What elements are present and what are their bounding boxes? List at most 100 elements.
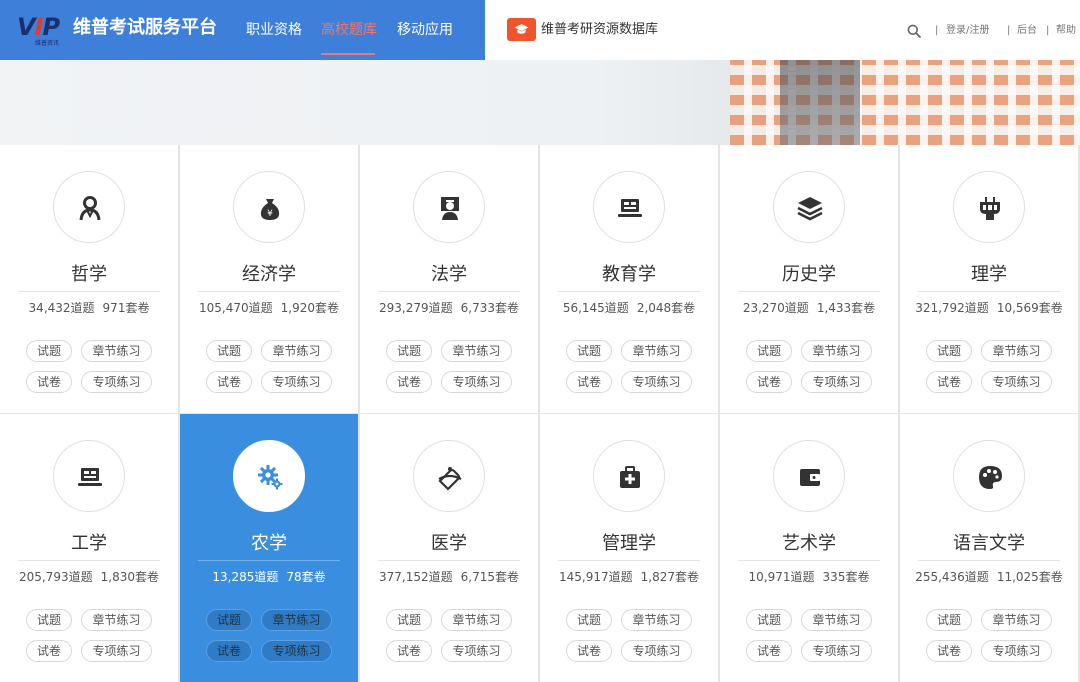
papers-button[interactable]: 试卷 xyxy=(746,640,792,662)
category-stats: 377,152道题 6,715套卷 xyxy=(370,568,528,586)
paper-count: 6,715套卷 xyxy=(460,570,519,584)
category-card[interactable]: 管理学 145,917道题 1,827套卷 试题 章节练习 试卷 专项练习 xyxy=(540,414,718,682)
special-practice-button[interactable]: 专项练习 xyxy=(261,640,332,662)
category-title[interactable]: 哲学 xyxy=(0,263,178,287)
chapter-practice-button[interactable]: 章节练习 xyxy=(81,340,152,362)
papers-button[interactable]: 试卷 xyxy=(26,640,72,662)
papers-button[interactable]: 试卷 xyxy=(566,640,612,662)
chapter-practice-button[interactable]: 章节练习 xyxy=(981,609,1052,631)
questions-button[interactable]: 试题 xyxy=(746,609,792,631)
category-title[interactable]: 语言文学 xyxy=(900,532,1078,556)
chapter-practice-button[interactable]: 章节练习 xyxy=(801,340,872,362)
category-card[interactable]: 医学 377,152道题 6,715套卷试题 章节练习 试卷 专项练习 xyxy=(360,414,538,682)
special-practice-button[interactable]: 专项练习 xyxy=(621,640,692,662)
papers-button[interactable]: 试卷 xyxy=(386,371,432,393)
graduation-cap-icon[interactable] xyxy=(507,18,536,41)
category-stats: 293,279道题 6,733套卷 xyxy=(370,299,528,317)
login-register-link[interactable]: 登录/注册 xyxy=(946,24,989,38)
paper-count: 335套卷 xyxy=(822,570,870,584)
questions-button[interactable]: 试题 xyxy=(926,609,972,631)
category-card[interactable]: 历史学 23,270道题 1,433套卷 试题 章节练习 试卷 专项练习 xyxy=(720,145,898,413)
chapter-practice-button[interactable]: 章节练习 xyxy=(801,609,872,631)
category-title[interactable]: 管理学 xyxy=(540,532,718,556)
papers-button[interactable]: 试卷 xyxy=(566,371,612,393)
nav-item-mobile[interactable]: 移动应用 xyxy=(397,20,453,40)
category-card[interactable]: 工学 205,793道题 1,830套卷试题 章节练习 试卷 专项练习 xyxy=(0,414,178,682)
category-title[interactable]: 艺术学 xyxy=(720,532,898,556)
papers-button[interactable]: 试卷 xyxy=(206,371,252,393)
question-count: 23,270道题 xyxy=(742,301,809,315)
special-practice-button[interactable]: 专项练习 xyxy=(261,371,332,393)
chapter-practice-button[interactable]: 章节练习 xyxy=(441,609,512,631)
chapter-practice-button[interactable]: 章节练习 xyxy=(981,340,1052,362)
brand-title[interactable]: 维普考试服务平台 xyxy=(73,16,217,40)
category-title[interactable]: 理学 xyxy=(900,263,1078,287)
category-title[interactable]: 农学 xyxy=(180,532,358,556)
special-practice-button[interactable]: 专项练习 xyxy=(81,640,152,662)
special-practice-button[interactable]: 专项练习 xyxy=(981,371,1052,393)
papers-button[interactable]: 试卷 xyxy=(26,371,72,393)
questions-button[interactable]: 试题 xyxy=(746,340,792,362)
chapter-practice-button[interactable]: 章节练习 xyxy=(81,609,152,631)
divider xyxy=(378,560,520,561)
category-card[interactable]: 农学 13,285道题 78套卷试题 章节练习 试卷 专项练习 xyxy=(180,414,358,682)
category-stats: 205,793道题 1,830套卷 xyxy=(10,568,168,586)
category-title[interactable]: 医学 xyxy=(360,532,538,556)
category-card[interactable]: 哲学 34,432道题 971套卷 试题 章节练习 试卷 专项练习 xyxy=(0,145,178,413)
questions-button[interactable]: 试题 xyxy=(206,609,252,631)
question-count: 377,152道题 xyxy=(379,570,453,584)
chapter-practice-button[interactable]: 章节练习 xyxy=(621,340,692,362)
banner-building-shadow xyxy=(780,60,860,145)
help-link[interactable]: 帮助 xyxy=(1056,24,1076,38)
papers-button[interactable]: 试卷 xyxy=(206,640,252,662)
special-practice-button[interactable]: 专项练习 xyxy=(801,640,872,662)
search-icon[interactable] xyxy=(907,23,921,38)
questions-button[interactable]: 试题 xyxy=(566,340,612,362)
flask-icon xyxy=(953,171,1025,243)
chapter-practice-button[interactable]: 章节练习 xyxy=(261,609,332,631)
questions-button[interactable]: 试题 xyxy=(26,609,72,631)
layers-icon xyxy=(773,171,845,243)
papers-button[interactable]: 试卷 xyxy=(386,640,432,662)
separator: | xyxy=(1046,25,1050,36)
category-card[interactable]: ¥ 经济学 105,470道题 1,920套卷 试题 章节练习 试卷 专项练习 xyxy=(180,145,358,413)
category-card[interactable]: 理学 321,792道题 10,569套卷 试题 章节练习 试卷 专项练习 xyxy=(900,145,1078,413)
questions-button[interactable]: 试题 xyxy=(206,340,252,362)
nav-item-professional[interactable]: 职业资格 xyxy=(246,20,302,40)
vip-logo[interactable]: VIP 维普资讯 xyxy=(17,14,71,47)
questions-button[interactable]: 试题 xyxy=(386,340,432,362)
questions-button[interactable]: 试题 xyxy=(26,340,72,362)
papers-button[interactable]: 试卷 xyxy=(926,640,972,662)
category-title[interactable]: 工学 xyxy=(0,532,178,556)
category-title[interactable]: 历史学 xyxy=(720,263,898,287)
admin-link[interactable]: 后台 xyxy=(1017,24,1037,38)
special-practice-button[interactable]: 专项练习 xyxy=(81,371,152,393)
category-title[interactable]: 经济学 xyxy=(180,263,358,287)
special-practice-button[interactable]: 专项练习 xyxy=(441,371,512,393)
special-practice-button[interactable]: 专项练习 xyxy=(981,640,1052,662)
category-title[interactable]: 法学 xyxy=(360,263,538,287)
category-grid: 哲学 34,432道题 971套卷 试题 章节练习 试卷 专项练习 ¥ 经济学 105,470道题… xyxy=(0,145,1080,682)
category-card[interactable]: 艺术学 10,971道题 335套卷试题 章节练习 试卷 专项练习 xyxy=(720,414,898,682)
papers-button[interactable]: 试卷 xyxy=(926,371,972,393)
postgrad-database-link[interactable]: 维普考研资源数据库 xyxy=(541,21,658,39)
special-practice-button[interactable]: 专项练习 xyxy=(801,371,872,393)
category-stats: 10,971道题 335套卷 xyxy=(730,568,888,586)
chapter-practice-button[interactable]: 章节练习 xyxy=(621,609,692,631)
nav-item-university-bank[interactable]: 高校题库 xyxy=(321,20,377,40)
divider xyxy=(378,291,520,292)
papers-button[interactable]: 试卷 xyxy=(746,371,792,393)
category-stats: 13,285道题 78套卷 xyxy=(190,568,348,586)
category-card[interactable]: 法学 293,279道题 6,733套卷试题 章节练习 试卷 专项练习 xyxy=(360,145,538,413)
category-card[interactable]: 教育学 56,145道题 2,048套卷 试题 章节练习 试卷 专项练习 xyxy=(540,145,718,413)
questions-button[interactable]: 试题 xyxy=(566,609,612,631)
questions-button[interactable]: 试题 xyxy=(926,340,972,362)
chapter-practice-button[interactable]: 章节练习 xyxy=(261,340,332,362)
category-title[interactable]: 教育学 xyxy=(540,263,718,287)
category-card[interactable]: 语言文学 255,436道题 11,025套卷 试题 章节练习 试卷 专项练习 xyxy=(900,414,1078,682)
special-practice-button[interactable]: 专项练习 xyxy=(621,371,692,393)
questions-button[interactable]: 试题 xyxy=(386,609,432,631)
chapter-practice-button[interactable]: 章节练习 xyxy=(441,340,512,362)
special-practice-button[interactable]: 专项练习 xyxy=(441,640,512,662)
divider xyxy=(738,560,880,561)
